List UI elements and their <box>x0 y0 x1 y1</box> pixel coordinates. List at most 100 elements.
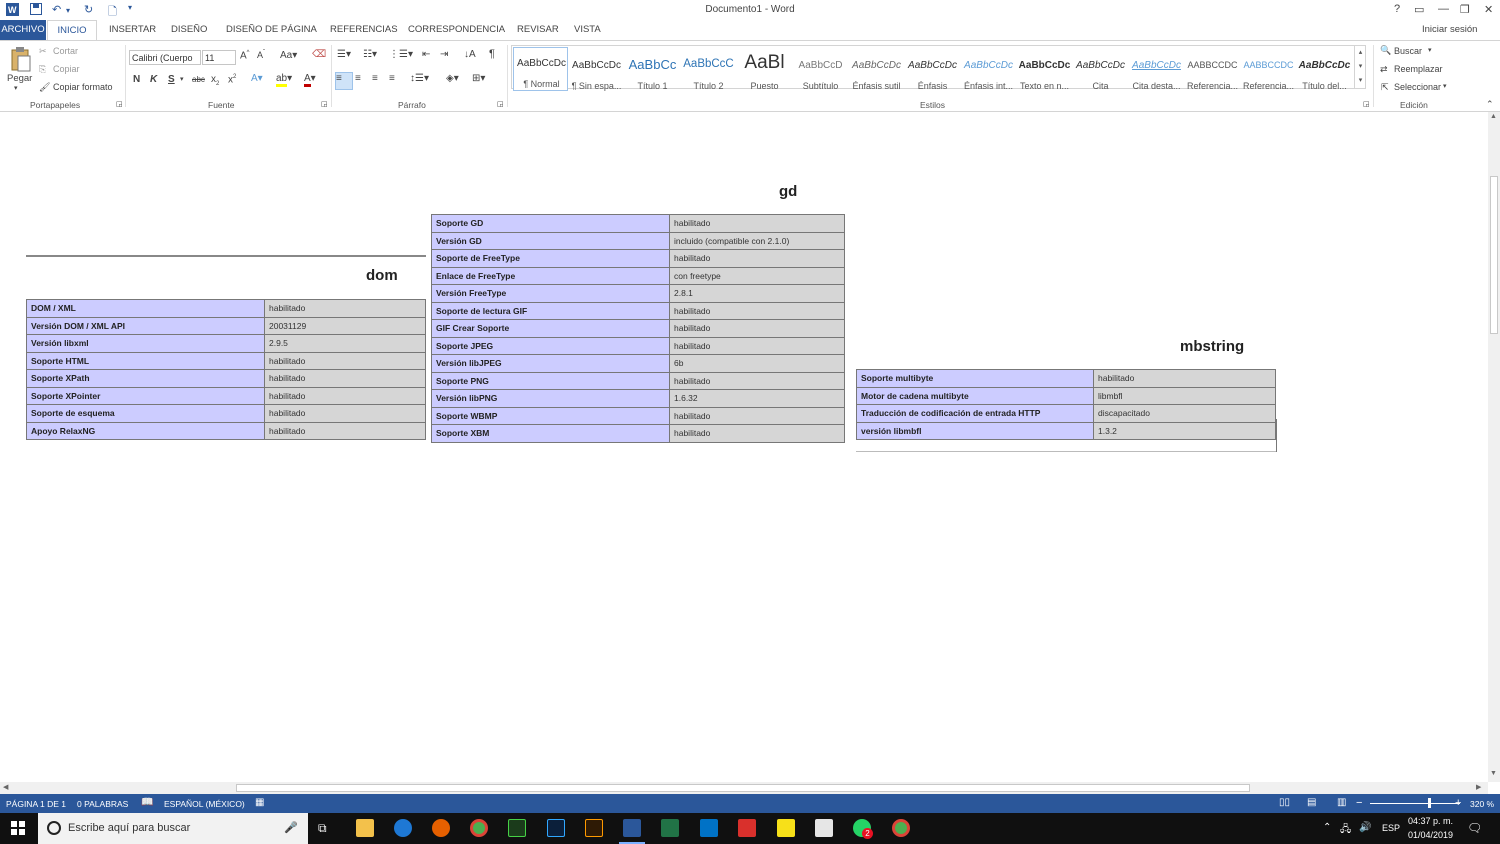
find-button[interactable]: Buscar <box>1394 46 1422 56</box>
strikethrough-icon[interactable]: abc <box>192 75 205 84</box>
select-button[interactable]: Seleccionar <box>1394 82 1441 92</box>
underline-dropdown-icon[interactable]: ▾ <box>180 75 184 83</box>
subscript-icon[interactable]: x2 <box>211 74 219 87</box>
tab-view[interactable]: VISTA <box>574 24 601 35</box>
style-heading-2[interactable]: AaBbCcC Título 2 <box>681 50 736 94</box>
align-right-icon[interactable]: ≡ <box>372 73 378 84</box>
align-left-icon[interactable]: ≡ <box>335 72 353 90</box>
style-no-spacing[interactable]: AaBbCcDc ¶ Sin espa... <box>569 50 624 94</box>
tab-design[interactable]: DISEÑO <box>171 24 207 35</box>
firefox-icon[interactable] <box>432 819 450 837</box>
font-color-icon[interactable]: A▾ <box>304 73 316 87</box>
illustrator-icon[interactable] <box>585 819 603 837</box>
borders-icon[interactable]: ⊞▾ <box>472 73 485 84</box>
vertical-scroll-thumb[interactable] <box>1490 176 1498 334</box>
styles-launcher-icon[interactable]: ◲ <box>1363 100 1370 108</box>
word-count-status[interactable]: 0 PALABRAS <box>77 799 128 809</box>
decrease-indent-icon[interactable]: ⇤ <box>422 49 430 60</box>
styles-scroll-controls[interactable]: ▴ ▾ ▾ <box>1354 46 1366 88</box>
tab-home[interactable]: INICIO <box>47 20 97 40</box>
read-mode-icon[interactable]: ▯▯ <box>1279 797 1290 808</box>
proofing-icon[interactable]: 📖 <box>141 797 153 808</box>
input-language[interactable]: ESP <box>1382 823 1400 833</box>
show-formatting-marks-icon[interactable]: ¶ <box>489 48 495 60</box>
highlight-icon[interactable]: ab▾ <box>276 73 292 87</box>
zoom-slider-thumb[interactable] <box>1428 798 1431 808</box>
format-painter-icon[interactable]: 🖌 <box>39 82 50 93</box>
clear-formatting-icon[interactable]: ⌫ <box>312 49 326 60</box>
style-intense-quote[interactable]: AaBbCcDc Cita desta... <box>1129 50 1184 94</box>
web-layout-icon[interactable]: ▥ <box>1337 797 1346 808</box>
close-button[interactable]: ✕ <box>1484 3 1493 16</box>
paste-dropdown-icon[interactable]: ▾ <box>14 84 18 92</box>
microphone-icon[interactable]: 🎤 <box>284 821 298 834</box>
italic-icon[interactable]: K <box>150 74 157 85</box>
change-case-icon[interactable]: Aa▾ <box>280 50 297 61</box>
find-icon[interactable]: 🔍 <box>1380 45 1391 56</box>
scroll-right-icon[interactable]: ▶ <box>1476 783 1481 791</box>
grow-font-icon[interactable]: A^ <box>240 50 250 61</box>
style-heading-1[interactable]: AaBbCc Título 1 <box>625 50 680 94</box>
clipboard-launcher-icon[interactable]: ◲ <box>116 100 123 108</box>
dreamweaver-icon[interactable] <box>508 819 526 837</box>
volume-icon[interactable]: 🔊 <box>1359 822 1371 833</box>
style-strong[interactable]: AaBbCcDc Texto en n... <box>1017 50 1072 94</box>
increase-indent-icon[interactable]: ⇥ <box>440 49 448 60</box>
copy-button[interactable]: Copiar <box>53 64 80 74</box>
bullets-icon[interactable]: ☰▾ <box>337 49 351 60</box>
chrome-icon[interactable] <box>470 819 488 837</box>
document-app-icon[interactable] <box>815 819 833 837</box>
font-name-combo[interactable]: Calibri (Cuerpo <box>129 50 201 65</box>
photoshop-icon[interactable] <box>547 819 565 837</box>
numbering-icon[interactable]: ☷▾ <box>363 49 377 60</box>
clock-date[interactable]: 01/04/2019 <box>1408 830 1453 840</box>
shading-icon[interactable]: ◈▾ <box>446 73 459 84</box>
bold-icon[interactable]: N <box>133 74 140 85</box>
replace-icon[interactable]: ⇄ <box>1380 64 1388 75</box>
tab-page-layout[interactable]: DISEÑO DE PÁGINA <box>226 24 317 35</box>
justify-icon[interactable]: ≡ <box>389 73 395 84</box>
tab-review[interactable]: REVISAR <box>517 24 559 35</box>
clock-time[interactable]: 04:37 p. m. <box>1408 816 1453 826</box>
word-taskbar-icon[interactable] <box>623 819 641 837</box>
help-button[interactable]: ? <box>1394 3 1400 15</box>
minimize-button[interactable]: — <box>1438 3 1449 15</box>
style-quote[interactable]: AaBbCcDc Cita <box>1073 50 1128 94</box>
sign-in-link[interactable]: Iniciar sesión <box>1422 24 1477 35</box>
excel-icon[interactable] <box>661 819 679 837</box>
style-title[interactable]: AaBl Puesto <box>737 50 792 94</box>
tray-expand-icon[interactable]: ⌃ <box>1323 822 1331 833</box>
find-dropdown-icon[interactable]: ▾ <box>1428 46 1432 54</box>
collapse-ribbon-icon[interactable]: ⌃ <box>1486 99 1494 110</box>
scroll-up-icon[interactable]: ▲ <box>1490 113 1497 120</box>
tab-insert[interactable]: INSERTAR <box>109 24 156 35</box>
replace-button[interactable]: Reemplazar <box>1394 64 1443 74</box>
chrome-icon[interactable] <box>892 819 910 837</box>
scroll-left-icon[interactable]: ◀ <box>3 783 8 791</box>
macro-record-icon[interactable]: ▦ <box>255 797 264 808</box>
paste-icon[interactable] <box>10 46 32 75</box>
outlook-icon[interactable] <box>700 819 718 837</box>
cut-icon[interactable]: ✂ <box>39 46 47 57</box>
text-effects-icon[interactable]: A▾ <box>251 73 263 84</box>
print-layout-icon[interactable]: ▤ <box>1307 797 1316 808</box>
tab-references[interactable]: REFERENCIAS <box>330 24 398 35</box>
copy-icon[interactable]: ⎘ <box>39 64 46 75</box>
action-center-icon[interactable]: 🗨 <box>1467 821 1482 835</box>
style-intense-emphasis[interactable]: AaBbCcDc Énfasis int... <box>961 50 1016 94</box>
ribbon-display-options-button[interactable]: ▭ <box>1414 3 1424 16</box>
select-dropdown-icon[interactable]: ▾ <box>1443 82 1447 90</box>
sort-icon[interactable]: ↓A <box>464 49 476 60</box>
superscript-icon[interactable]: x2 <box>228 74 236 85</box>
cut-button[interactable]: Cortar <box>53 46 78 56</box>
align-center-icon[interactable]: ≡ <box>355 73 361 84</box>
paste-button[interactable]: Pegar <box>7 73 32 84</box>
restore-button[interactable]: ❐ <box>1460 3 1470 16</box>
sticky-notes-icon[interactable] <box>777 819 795 837</box>
style-subtitle[interactable]: AaBbCcD Subtítulo <box>793 50 848 94</box>
line-spacing-icon[interactable]: ↕☰▾ <box>410 73 429 84</box>
font-size-combo[interactable]: 11 <box>202 50 236 65</box>
zoom-out-icon[interactable]: − <box>1356 797 1362 809</box>
language-status[interactable]: ESPAÑOL (MÉXICO) <box>164 799 245 809</box>
scroll-down-icon[interactable]: ▼ <box>1490 770 1497 777</box>
